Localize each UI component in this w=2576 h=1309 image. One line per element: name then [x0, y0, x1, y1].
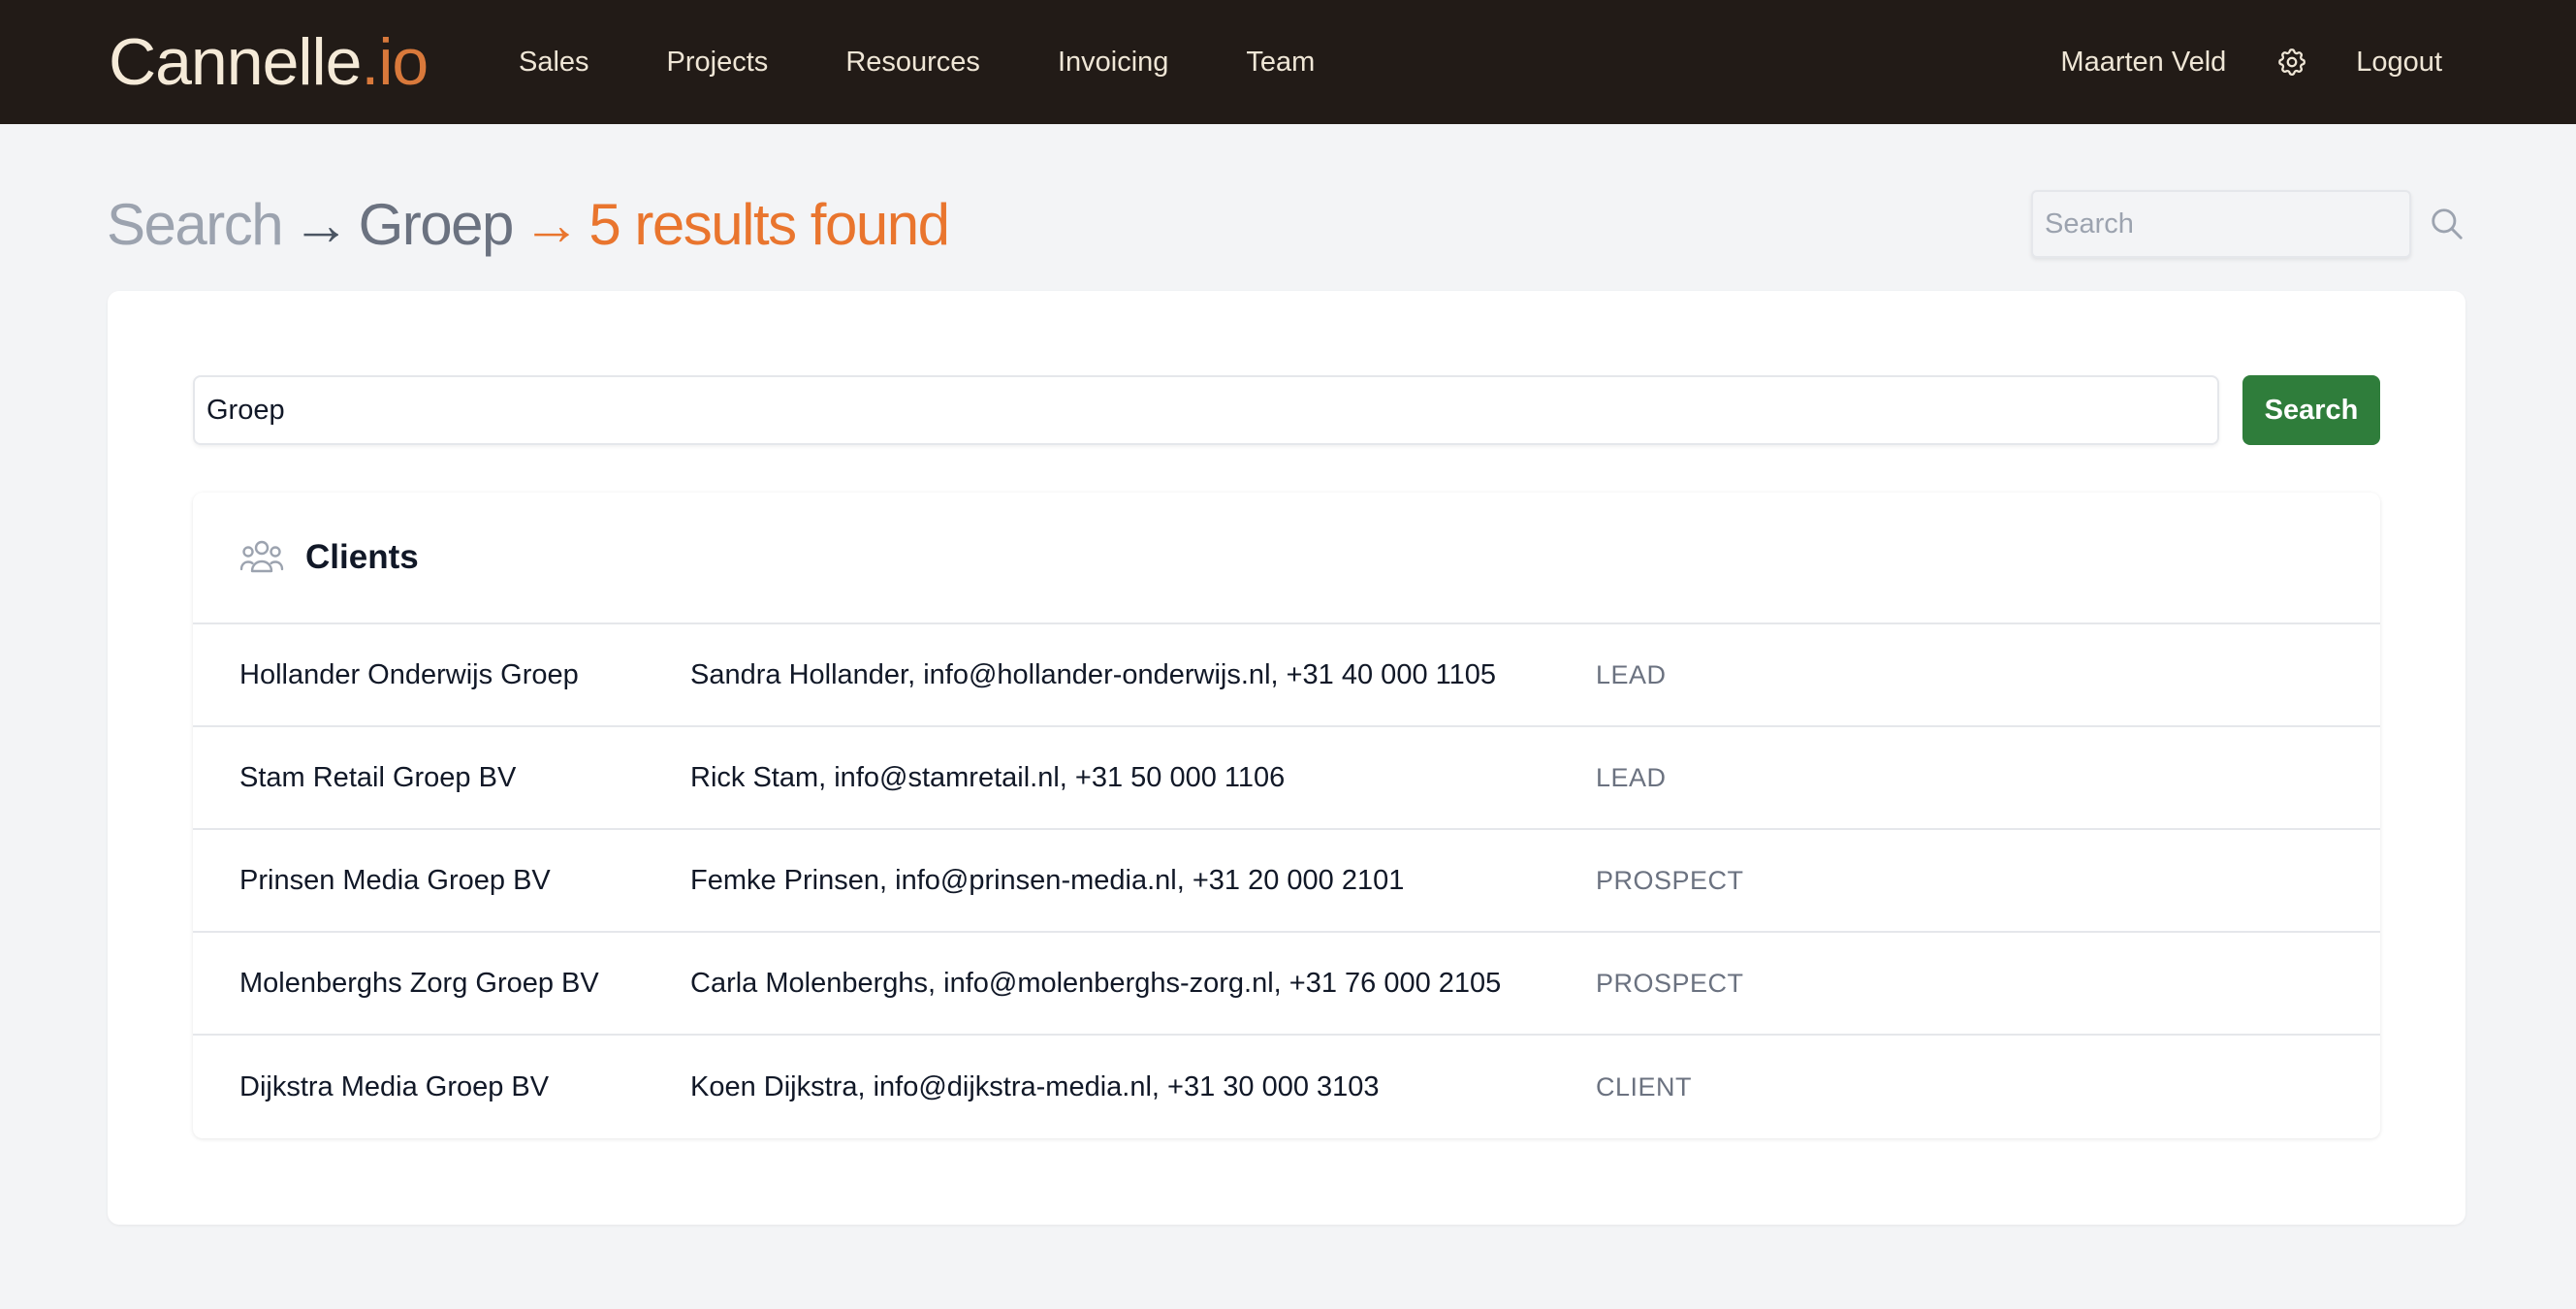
- brand-logo[interactable]: Cannelle.io: [109, 23, 429, 101]
- clients-results-panel: Clients Hollander Onderwijs Groep Sandra…: [193, 493, 2380, 1138]
- top-navigation-bar: Cannelle.io Sales Projects Resources Inv…: [0, 0, 2576, 124]
- user-name[interactable]: Maarten Veld: [2060, 43, 2226, 81]
- breadcrumb-term: Groep: [358, 192, 515, 257]
- client-name[interactable]: Stam Retail Groep BV: [239, 762, 516, 794]
- breadcrumb-arrow: →: [292, 192, 350, 257]
- client-contact: Femke Prinsen, info@prinsen-media.nl, +3…: [690, 864, 1405, 896]
- client-contact: Sandra Hollander, info@hollander-onderwi…: [690, 658, 1496, 690]
- search-icon[interactable]: [2429, 206, 2465, 242]
- clients-section-title: Clients: [305, 538, 419, 576]
- logout-link[interactable]: Logout: [2356, 43, 2442, 81]
- header-search-input[interactable]: [2031, 190, 2411, 258]
- search-button[interactable]: Search: [2242, 375, 2380, 445]
- clients-section-header: Clients: [193, 493, 2380, 624]
- status-badge: PROSPECT: [1596, 968, 1744, 998]
- client-contact: Koen Dijkstra, info@dijkstra-media.nl, +…: [690, 1070, 1380, 1102]
- nav-item-invoicing[interactable]: Invoicing: [1058, 43, 1168, 81]
- users-icon: [239, 538, 284, 577]
- breadcrumb-search[interactable]: Search: [107, 192, 284, 257]
- nav-item-sales[interactable]: Sales: [519, 43, 589, 81]
- status-badge: LEAD: [1596, 659, 1667, 689]
- page-title: Search → Groep → 5 results found: [107, 190, 950, 260]
- user-area: Maarten Veld Logout: [2060, 43, 2442, 81]
- table-row[interactable]: Molenberghs Zorg Groep BV Carla Molenber…: [193, 933, 2380, 1036]
- table-row[interactable]: Dijkstra Media Groep BV Koen Dijkstra, i…: [193, 1036, 2380, 1138]
- brand-suffix: .io: [361, 25, 429, 99]
- status-badge: LEAD: [1596, 762, 1667, 792]
- client-name[interactable]: Hollander Onderwijs Groep: [239, 659, 579, 691]
- client-contact: Carla Molenberghs, info@molenberghs-zorg…: [690, 967, 1502, 999]
- table-row[interactable]: Hollander Onderwijs Groep Sandra Holland…: [193, 624, 2380, 727]
- main-nav: Sales Projects Resources Invoicing Team: [519, 43, 1392, 81]
- client-name[interactable]: Prinsen Media Groep BV: [239, 865, 551, 897]
- table-row[interactable]: Stam Retail Groep BV Rick Stam, info@sta…: [193, 727, 2380, 830]
- search-query-input[interactable]: [193, 375, 2219, 445]
- status-badge: PROSPECT: [1596, 865, 1744, 895]
- nav-item-resources[interactable]: Resources: [845, 43, 980, 81]
- status-badge: CLIENT: [1596, 1071, 1693, 1101]
- nav-item-projects[interactable]: Projects: [667, 43, 769, 81]
- gear-icon[interactable]: [2274, 45, 2309, 80]
- results-count: 5 results found: [588, 192, 950, 257]
- brand-name: Cannelle: [109, 25, 362, 99]
- results-arrow: →: [522, 192, 581, 257]
- client-name[interactable]: Molenberghs Zorg Groep BV: [239, 968, 599, 1000]
- table-row[interactable]: Prinsen Media Groep BV Femke Prinsen, in…: [193, 830, 2380, 933]
- client-contact: Rick Stam, info@stamretail.nl, +31 50 00…: [690, 761, 1286, 793]
- client-name[interactable]: Dijkstra Media Groep BV: [239, 1071, 549, 1103]
- nav-item-team[interactable]: Team: [1246, 43, 1315, 81]
- search-results-card: Search Clients Hollander Onderwijs Groep…: [108, 291, 2465, 1225]
